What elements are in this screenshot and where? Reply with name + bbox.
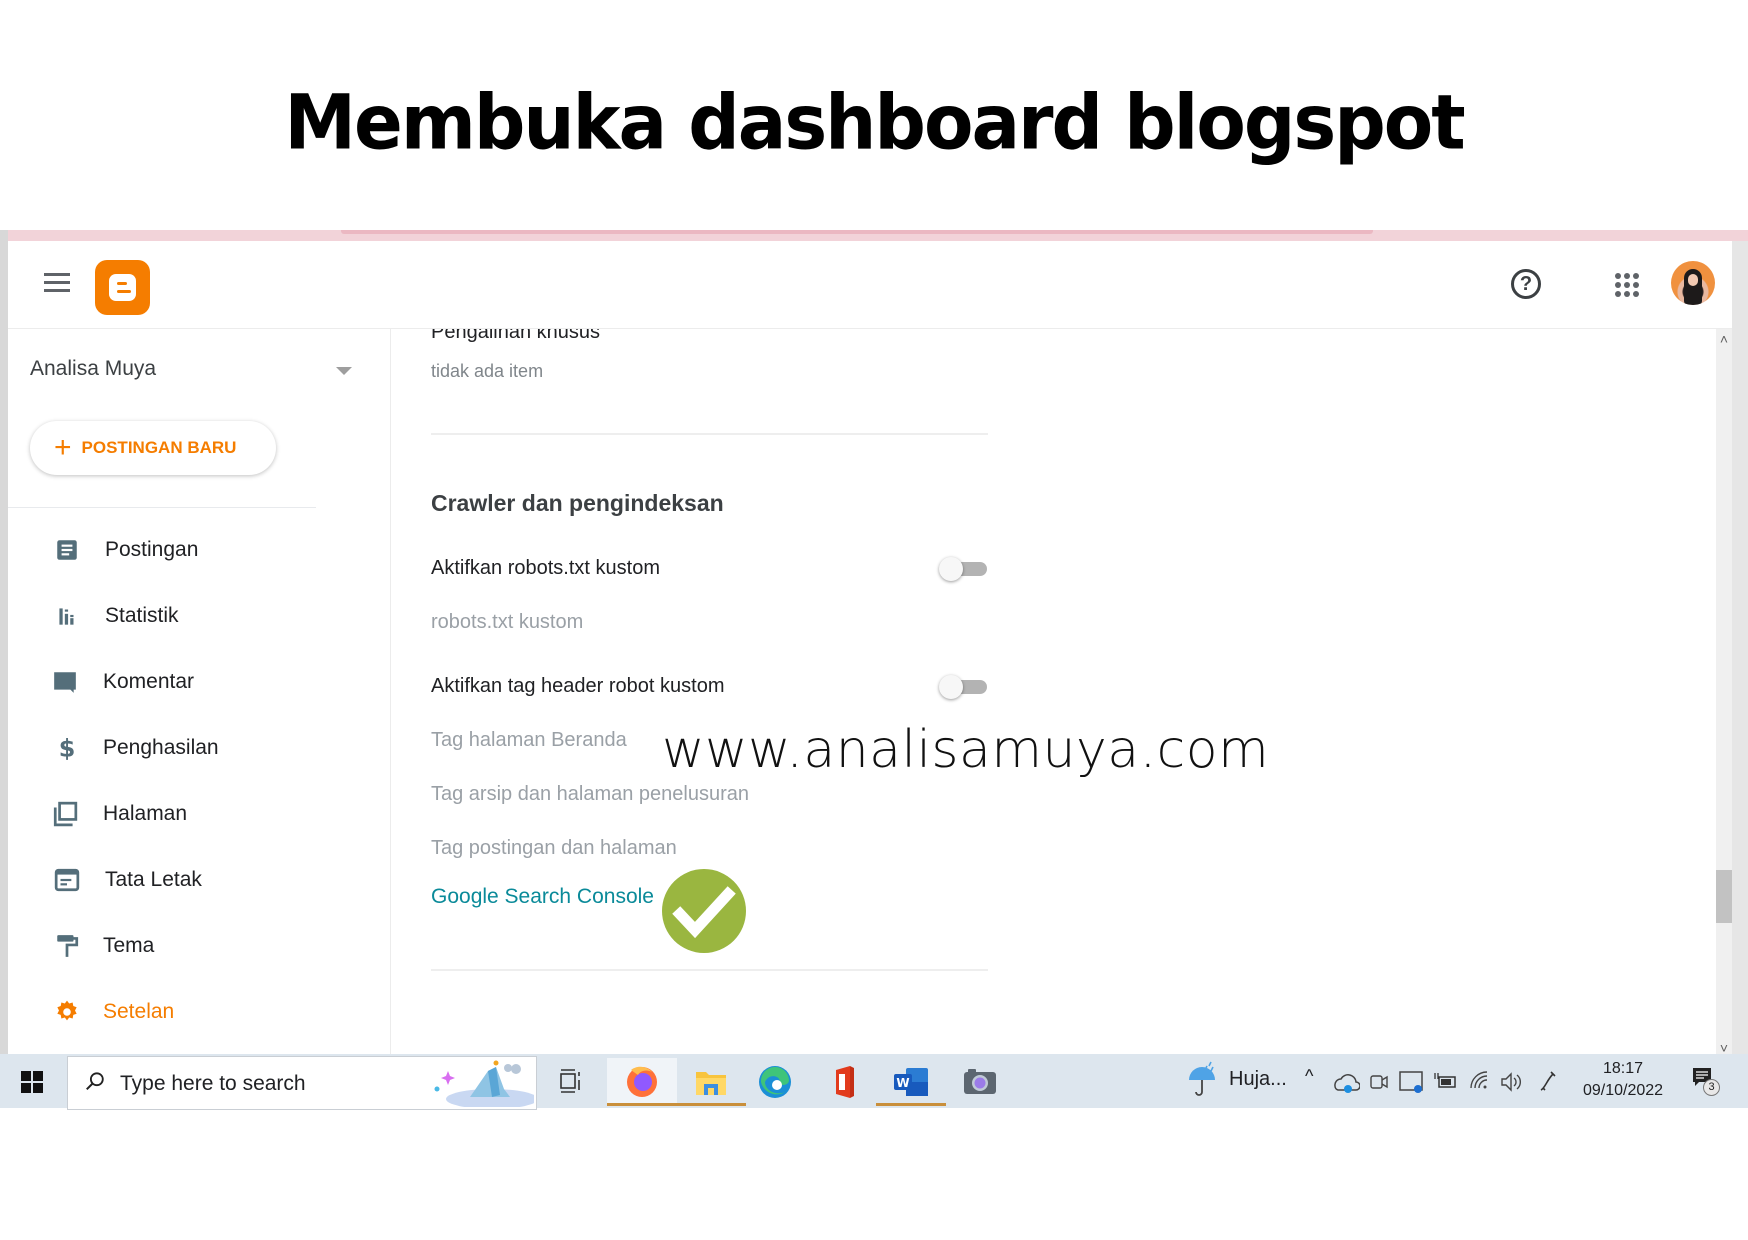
stats-icon [59,608,74,625]
robot-header-tags-toggle[interactable] [939,675,989,699]
sidebar: Analisa Muya + POSTINGAN BARU Postingan … [8,329,391,1058]
sidebar-divider [8,507,316,508]
battery-charging-icon[interactable] [1431,1058,1461,1106]
new-post-button[interactable]: + POSTINGAN BARU [30,421,276,475]
posts-icon [57,540,77,560]
chevron-down-icon[interactable] [336,367,352,375]
app-header: ? [8,241,1732,329]
search-icon [86,1072,104,1091]
sidebar-item-label: Postingan [105,538,199,561]
system-clock[interactable]: 18:17 09/10/2022 [1578,1058,1668,1102]
checkmark-icon [662,869,746,953]
task-view-icon[interactable] [548,1058,592,1106]
sidebar-item-label: Halaman [103,802,188,825]
display-sync-icon[interactable] [1396,1058,1426,1106]
pen-workspace-icon[interactable] [1533,1058,1563,1106]
edge-icon[interactable] [740,1058,810,1106]
settings-content: Pengalihan khusus tidak ada item Crawler… [391,329,1716,1058]
plus-icon: + [54,431,72,464]
new-post-label: POSTINGAN BARU [81,438,237,457]
sidebar-item-label: Statistik [105,604,179,627]
weather-rain-icon[interactable] [1183,1058,1223,1106]
sidebar-item-label: Tema [103,934,155,957]
layout-icon [54,868,80,892]
volume-icon[interactable] [1497,1058,1527,1106]
section-title: Crawler dan pengindeksan [431,490,724,516]
gear-icon [57,1000,77,1021]
onedrive-sync-icon[interactable] [1330,1058,1360,1106]
header-toggle-label: Aktifkan tag header robot kustom [431,675,725,697]
windows-taskbar: Type here to search W Huja... ^ 18:17 09… [0,1054,1748,1110]
sidebar-item-label: Tata Letak [105,868,202,891]
scrollbar-thumb[interactable] [1716,870,1732,923]
svg-text:W: W [896,1076,909,1090]
windows-start-icon[interactable] [21,1071,43,1093]
camera-icon[interactable] [944,1058,1014,1106]
help-circle-icon[interactable]: ? [1511,269,1541,299]
robots-txt-toggle[interactable] [939,557,989,581]
vertical-scrollbar[interactable]: ˄ ˅ [1716,329,1732,1058]
google-search-console-link[interactable]: Google Search Console [431,885,654,909]
search-highlight-illustration [434,1060,534,1107]
file-explorer-icon[interactable] [676,1058,746,1106]
blog-name[interactable]: Analisa Muya [30,357,156,381]
redirects-value[interactable]: tidak ada item [431,361,543,382]
weather-text[interactable]: Huja... [1229,1068,1287,1091]
notification-count: 3 [1703,1079,1720,1096]
sidebar-item-label: Komentar [103,670,195,693]
watermark: www.analisamuya.com [662,720,1270,780]
clock-date: 09/10/2022 [1582,1082,1664,1099]
redirects-heading: Pengalihan khusus [431,329,601,343]
sidebar-item-postingan[interactable]: Postingan [8,525,388,575]
robots-custom-setting[interactable]: robots.txt kustom [431,611,583,634]
page-caption: Membuka dashboard blogspot [284,77,1465,167]
taskbar-search-input[interactable]: Type here to search [67,1056,537,1110]
wifi-icon[interactable] [1465,1058,1495,1106]
svg-text:$: $ [59,735,76,761]
hamburger-icon[interactable] [44,273,70,293]
blogger-logo[interactable] [95,260,150,315]
window-edge [0,230,8,1058]
office-icon[interactable] [808,1058,878,1106]
pages-icon [53,801,78,827]
robots-toggle-label: Aktifkan robots.txt kustom [431,557,660,579]
user-avatar[interactable] [1671,261,1715,305]
sidebar-item-label: Penghasilan [103,736,219,759]
camera-usage-icon[interactable] [1364,1058,1394,1106]
show-hidden-icons[interactable]: ^ [1305,1066,1313,1087]
screenshot-frame: ? Analisa Muya + POSTINGAN BARU Postinga… [0,230,1748,1108]
sidebar-item-statistik[interactable]: Statistik [8,591,388,641]
browser-tab-strip [8,230,1748,241]
active-tab-indicator [341,230,1373,234]
sidebar-item-label: Setelan [103,1000,175,1023]
sidebar-item-tema[interactable]: Tema [8,921,388,971]
post-page-tags[interactable]: Tag postingan dan halaman [431,837,677,860]
home-page-tags[interactable]: Tag halaman Beranda [431,729,627,752]
search-placeholder: Type here to search [120,1072,306,1095]
comment-icon [54,672,76,693]
sidebar-item-halaman[interactable]: Halaman [8,789,388,839]
firefox-icon[interactable] [607,1058,677,1106]
sidebar-item-tata-letak[interactable]: Tata Letak [8,855,388,905]
scroll-up-icon[interactable]: ˄ [1716,329,1732,349]
sidebar-item-setelan[interactable]: Setelan [8,987,388,1037]
notification-center-icon[interactable]: 3 [1691,1066,1720,1096]
sidebar-item-penghasilan[interactable]: $ Penghasilan [8,723,388,773]
section-divider [431,433,988,435]
paint-roller-icon [57,935,79,957]
archive-search-tags[interactable]: Tag arsip dan halaman penelusuran [431,783,749,806]
sidebar-item-komentar[interactable]: Komentar [8,657,388,707]
blogger-app: ? Analisa Muya + POSTINGAN BARU Postinga… [8,241,1732,1058]
apps-grid-icon[interactable] [1615,273,1639,297]
word-icon[interactable]: W [876,1058,946,1106]
section-divider [431,969,988,971]
dollar-icon: $ [59,735,76,761]
clock-time: 18:17 [1602,1060,1644,1077]
